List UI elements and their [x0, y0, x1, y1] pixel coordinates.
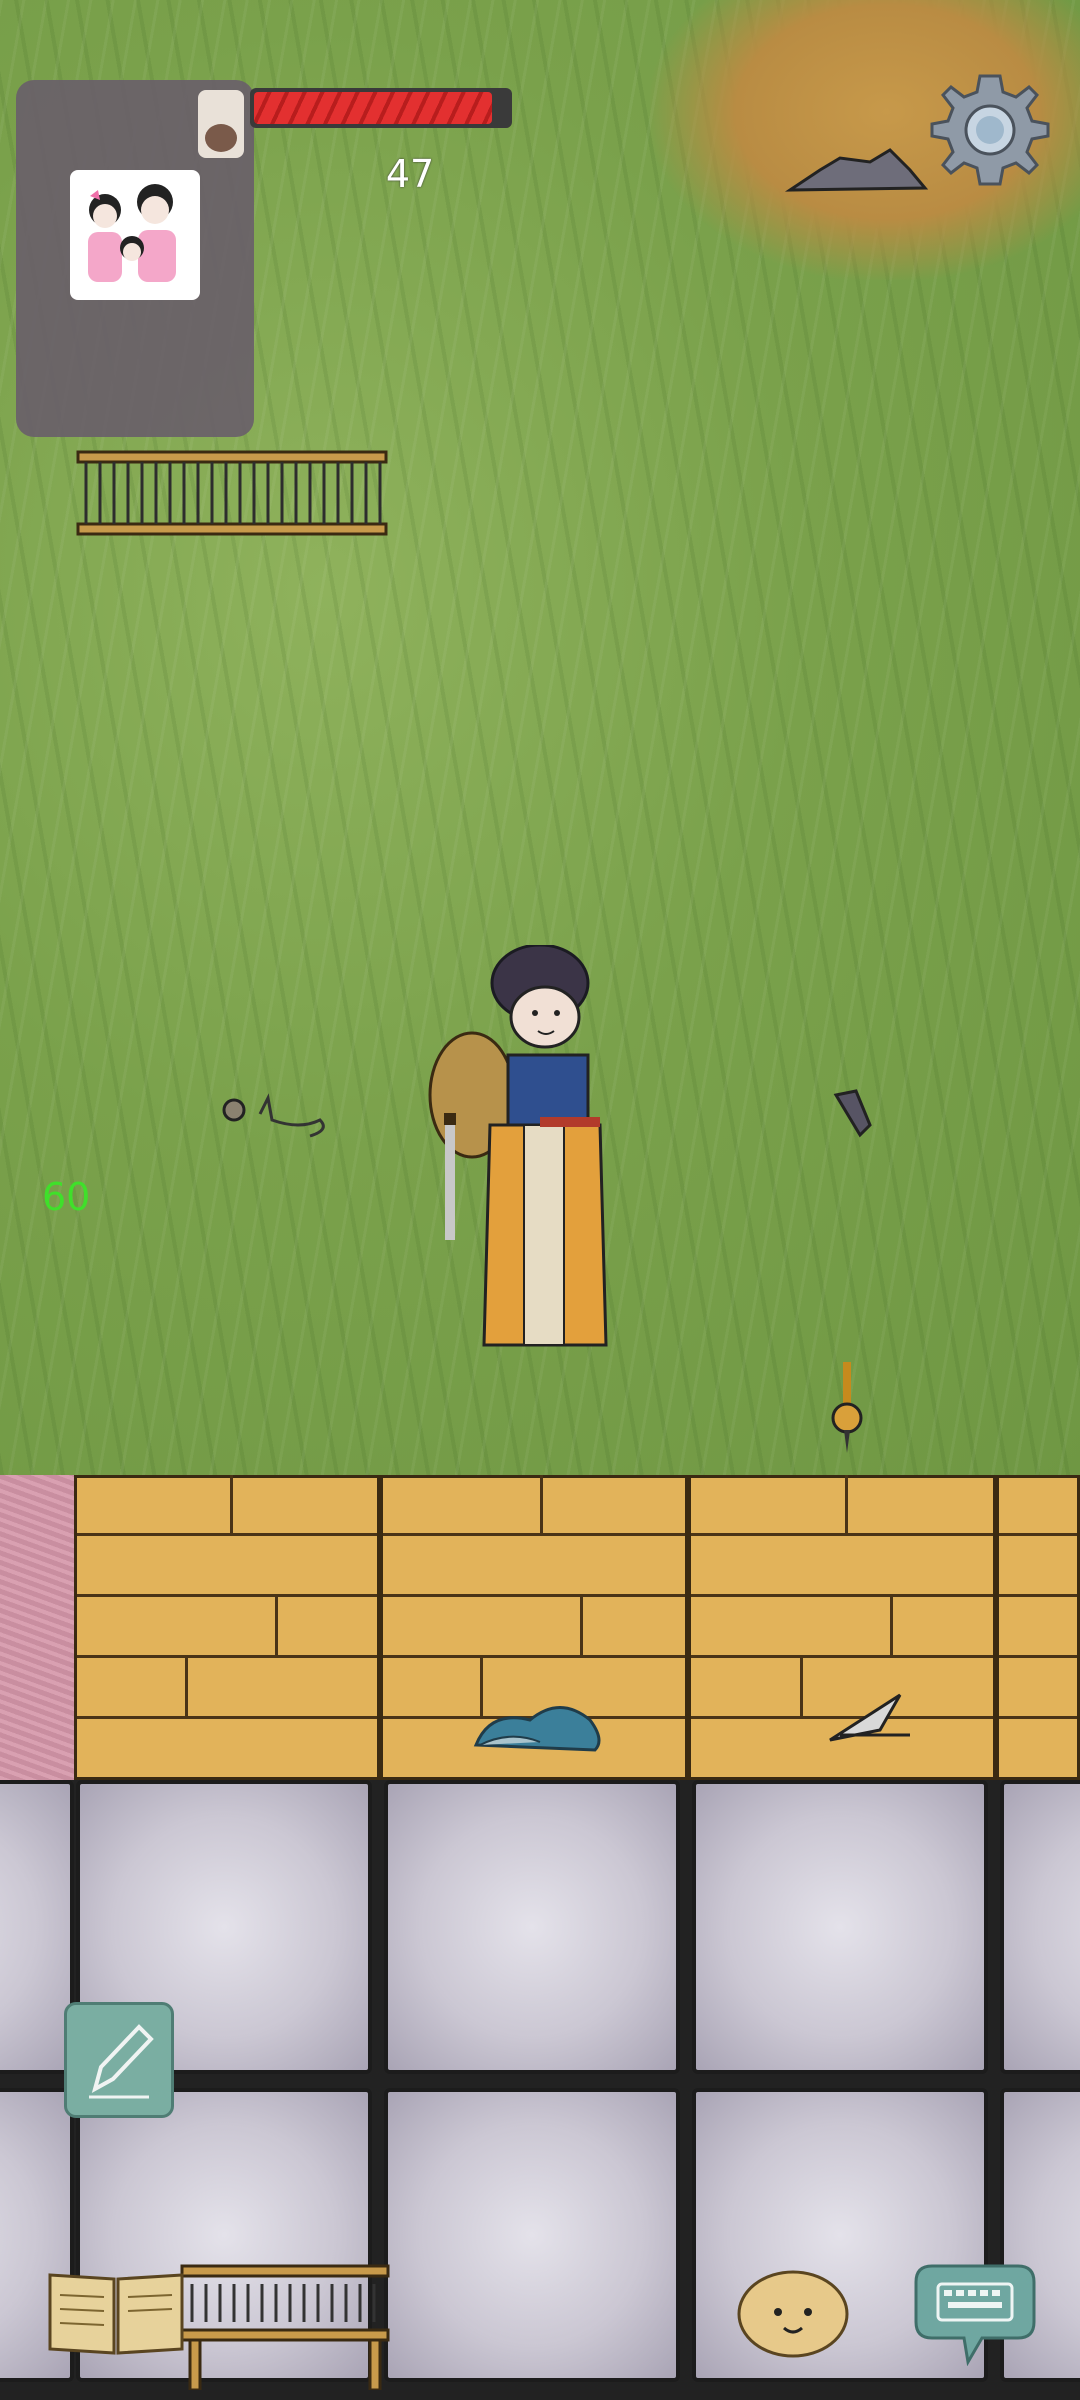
wooden-rack[interactable]: [76, 448, 388, 538]
rope-item[interactable]: [220, 1090, 340, 1160]
shovel-item[interactable]: [822, 1358, 872, 1458]
family-portrait[interactable]: [70, 170, 200, 300]
health-bar: [250, 88, 512, 128]
fps-counter: 60: [42, 1175, 91, 1219]
stone-pile[interactable]: [780, 140, 930, 200]
food-count: 47: [385, 152, 435, 196]
player-character[interactable]: [420, 945, 620, 1355]
book-icon[interactable]: [46, 2265, 186, 2357]
clothing-item[interactable]: [470, 1690, 610, 1760]
family-portrait-image: [88, 184, 176, 282]
health-bar-fill: [254, 92, 493, 124]
write-button[interactable]: [64, 2002, 174, 2118]
pink-carpet: [0, 1475, 77, 1780]
character-portrait[interactable]: [198, 90, 244, 158]
face-icon[interactable]: [736, 2268, 850, 2360]
gear-icon[interactable]: [930, 70, 1050, 190]
flint-item[interactable]: [826, 1085, 876, 1140]
scissors-item[interactable]: [820, 1685, 920, 1755]
keyboard-icon[interactable]: [912, 2262, 1038, 2366]
pencil-icon: [89, 2024, 154, 2099]
portrait-image: [205, 124, 237, 152]
bottom-rack[interactable]: [180, 2260, 390, 2390]
